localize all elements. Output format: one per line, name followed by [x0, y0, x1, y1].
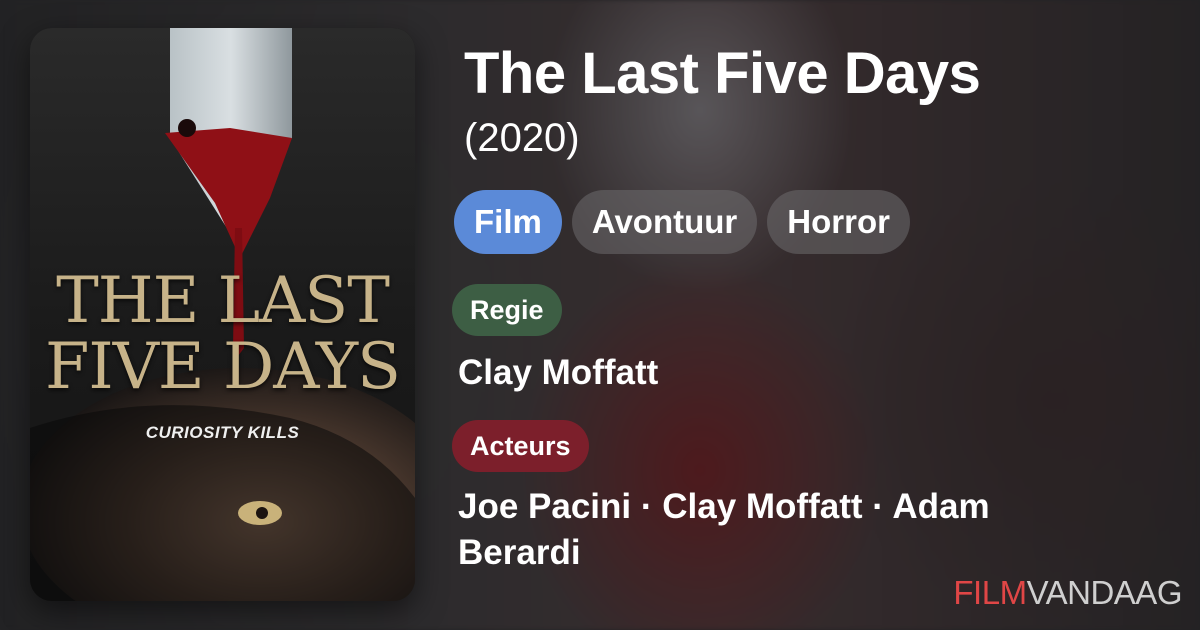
cast-label-badge: Acteurs — [452, 420, 589, 472]
genre-chip-avontuur[interactable]: Avontuur — [571, 190, 758, 254]
genre-chip-film[interactable]: Film — [454, 190, 562, 254]
filmvandaag-logo: FILMVANDAAG — [953, 574, 1182, 612]
movie-poster: THE LAST FIVE DAYS CURIOSITY KILLS — [30, 28, 415, 601]
director-label-badge: Regie — [452, 284, 562, 336]
movie-title: The Last Five Days — [464, 41, 981, 106]
genre-chip-horror[interactable]: Horror — [767, 190, 910, 254]
movie-year: (2020) — [464, 116, 580, 160]
poster-title-line1: THE LAST — [56, 264, 390, 338]
poster-title: THE LAST FIVE DAYS — [30, 268, 415, 400]
poster-tagline: CURIOSITY KILLS — [145, 423, 300, 442]
cast-list: Joe Pacini · Clay Moffatt · Adam Berardi — [458, 487, 990, 572]
genre-list: Film Avontuur Horror — [454, 190, 910, 254]
logo-part-film: FILM — [953, 574, 1027, 611]
director-name: Clay Moffatt — [458, 353, 659, 392]
poster-title-line2: FIVE DAYS — [45, 330, 401, 404]
logo-part-vandaag: VANDAAG — [1026, 574, 1183, 611]
